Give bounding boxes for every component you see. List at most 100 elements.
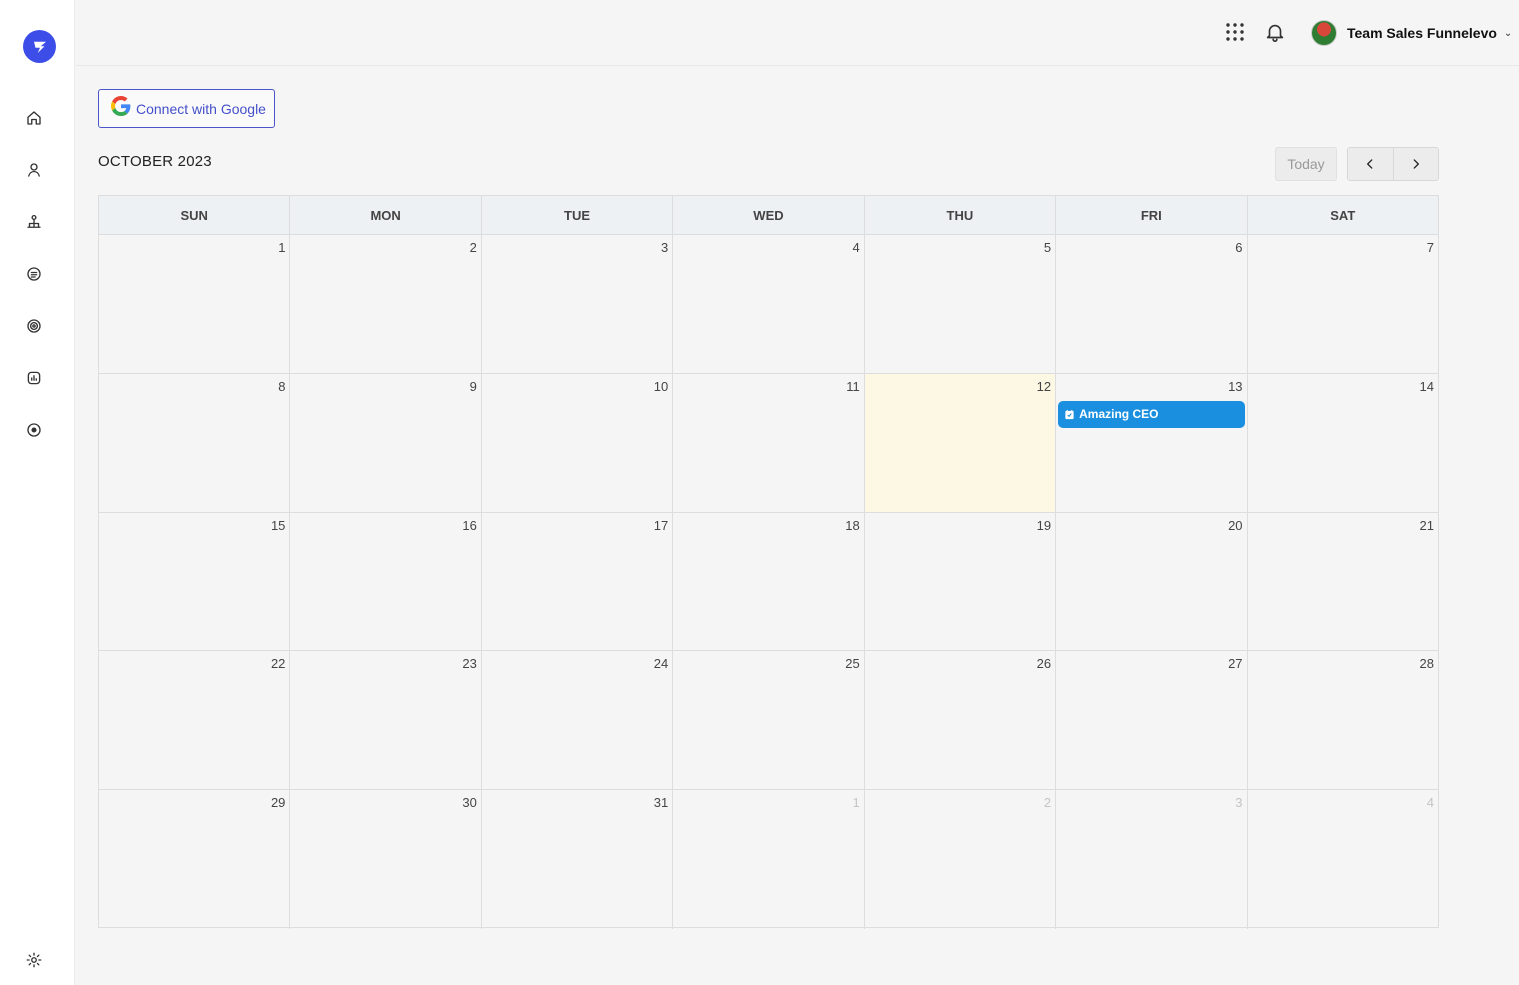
day-cell[interactable]: 15: [99, 512, 291, 651]
day-number: 30: [462, 795, 477, 811]
day-number: 20: [1228, 517, 1243, 533]
day-cell[interactable]: 17: [482, 512, 674, 651]
gear-icon[interactable]: [19, 945, 49, 975]
day-number: 14: [1419, 378, 1434, 394]
day-number: 23: [462, 656, 477, 672]
prev-month-button[interactable]: [1348, 148, 1394, 180]
week-row: 22 23 24 25 26 27 28: [99, 651, 1438, 791]
apps-grid-icon[interactable]: [1224, 21, 1246, 43]
day-cell-other-month[interactable]: 1: [673, 790, 865, 929]
logo-icon[interactable]: [23, 30, 56, 63]
day-number: 26: [1036, 656, 1052, 672]
day-number: 15: [270, 517, 286, 533]
day-number: 8: [278, 378, 286, 394]
day-cell[interactable]: 25: [673, 651, 865, 790]
day-number: 3: [1235, 795, 1243, 811]
target-icon[interactable]: [19, 311, 49, 341]
day-number: 6: [1235, 240, 1243, 255]
day-number: 2: [1043, 795, 1052, 811]
day-cell-other-month[interactable]: 4: [1248, 790, 1438, 929]
day-cell[interactable]: 14: [1248, 374, 1438, 512]
day-cell[interactable]: 5: [865, 235, 1057, 373]
org-chart-icon[interactable]: [19, 207, 49, 237]
avatar: [1311, 20, 1337, 46]
day-cell[interactable]: 26: [865, 651, 1057, 790]
day-number: 10: [653, 378, 669, 394]
day-cell[interactable]: 21: [1248, 513, 1438, 651]
day-cell[interactable]: 23: [290, 651, 482, 790]
chevron-right-icon: [1413, 159, 1419, 169]
weekday-fri: FRI: [1056, 196, 1248, 234]
day-cell[interactable]: 16: [290, 512, 482, 651]
day-number: 1: [852, 795, 860, 811]
weekday-thu: THU: [864, 196, 1057, 234]
user-name: Team Sales Funnelevo: [1347, 25, 1497, 41]
day-number: 21: [1419, 517, 1434, 533]
day-number: 22: [270, 656, 286, 672]
day-cell[interactable]: 2: [290, 235, 482, 373]
day-cell[interactable]: 29: [99, 790, 291, 929]
day-cell[interactable]: 18: [673, 512, 865, 651]
bell-icon[interactable]: [1264, 21, 1286, 43]
document-icon[interactable]: [19, 259, 49, 289]
day-cell[interactable]: 30: [290, 790, 482, 929]
calendar-check-icon: [1065, 409, 1074, 419]
day-number: 5: [1043, 240, 1052, 255]
month-title: OCTOBER 2023: [98, 153, 212, 170]
day-cell[interactable]: 11: [673, 373, 865, 512]
day-number: 1: [278, 240, 286, 255]
report-chart-icon[interactable]: [19, 363, 49, 393]
sidebar: [0, 0, 75, 985]
day-cell[interactable]: 7: [1248, 235, 1438, 373]
next-month-button[interactable]: [1394, 148, 1439, 180]
topbar: Team Sales Funnelevo ⌄: [76, 0, 1519, 66]
user-menu[interactable]: Team Sales Funnelevo ⌄: [1311, 18, 1512, 48]
day-number: 31: [653, 795, 669, 811]
day-number: 18: [845, 517, 860, 533]
week-row: 29 30 31 1 2 3 4: [99, 790, 1438, 929]
weekday-sun: SUN: [99, 196, 291, 234]
day-cell[interactable]: 28: [1248, 651, 1438, 789]
month-nav: [1347, 147, 1439, 181]
day-cell[interactable]: 6: [1056, 235, 1248, 373]
calendar-grid: SUN MON TUE WED THU FRI SAT 1 2 3 4 5 6 …: [98, 195, 1439, 929]
day-cell[interactable]: 13 Amazing CEO: [1056, 373, 1248, 512]
today-button[interactable]: Today: [1275, 147, 1337, 181]
day-cell[interactable]: 31: [482, 790, 674, 929]
day-cell[interactable]: 8: [99, 373, 291, 512]
chevron-down-icon: ⌄: [1503, 27, 1513, 39]
day-cell[interactable]: 22: [99, 651, 291, 790]
day-cell[interactable]: 10: [482, 373, 674, 512]
day-number: 2: [469, 240, 477, 255]
day-number: 3: [661, 240, 669, 255]
day-number: 12: [1036, 378, 1052, 394]
connect-google-label: Connect with Google: [136, 100, 266, 117]
weekday-tue: TUE: [481, 196, 674, 234]
day-cell[interactable]: 4: [673, 235, 865, 373]
day-number: 16: [462, 517, 477, 533]
day-cell[interactable]: 9: [290, 373, 482, 512]
day-cell[interactable]: 1: [99, 235, 291, 373]
event-title: Amazing CEO: [1079, 407, 1159, 422]
day-number: 17: [653, 517, 669, 533]
user-icon[interactable]: [19, 155, 49, 185]
week-row: 8 9 10 11 12 13 Amazing CEO 14: [99, 373, 1438, 513]
day-cell[interactable]: 19: [865, 512, 1057, 651]
day-number: 11: [846, 378, 860, 394]
home-icon[interactable]: [19, 103, 49, 133]
day-cell-today[interactable]: 12: [864, 373, 1057, 512]
weekday-mon: MON: [290, 196, 482, 234]
day-cell[interactable]: 24: [482, 651, 674, 790]
calendar-event[interactable]: Amazing CEO: [1058, 400, 1245, 428]
day-cell-other-month[interactable]: 3: [1056, 790, 1248, 929]
weekday-wed: WED: [673, 196, 865, 234]
day-cell[interactable]: 27: [1056, 651, 1248, 790]
day-cell[interactable]: 20: [1056, 512, 1248, 651]
play-circle-icon[interactable]: [19, 415, 49, 445]
day-cell[interactable]: 3: [482, 235, 674, 373]
connect-google-button[interactable]: Connect with Google: [98, 89, 275, 128]
day-cell-other-month[interactable]: 2: [865, 790, 1057, 929]
day-number: 13: [1228, 378, 1243, 394]
day-number: 4: [852, 240, 860, 255]
day-number: 19: [1036, 517, 1052, 533]
